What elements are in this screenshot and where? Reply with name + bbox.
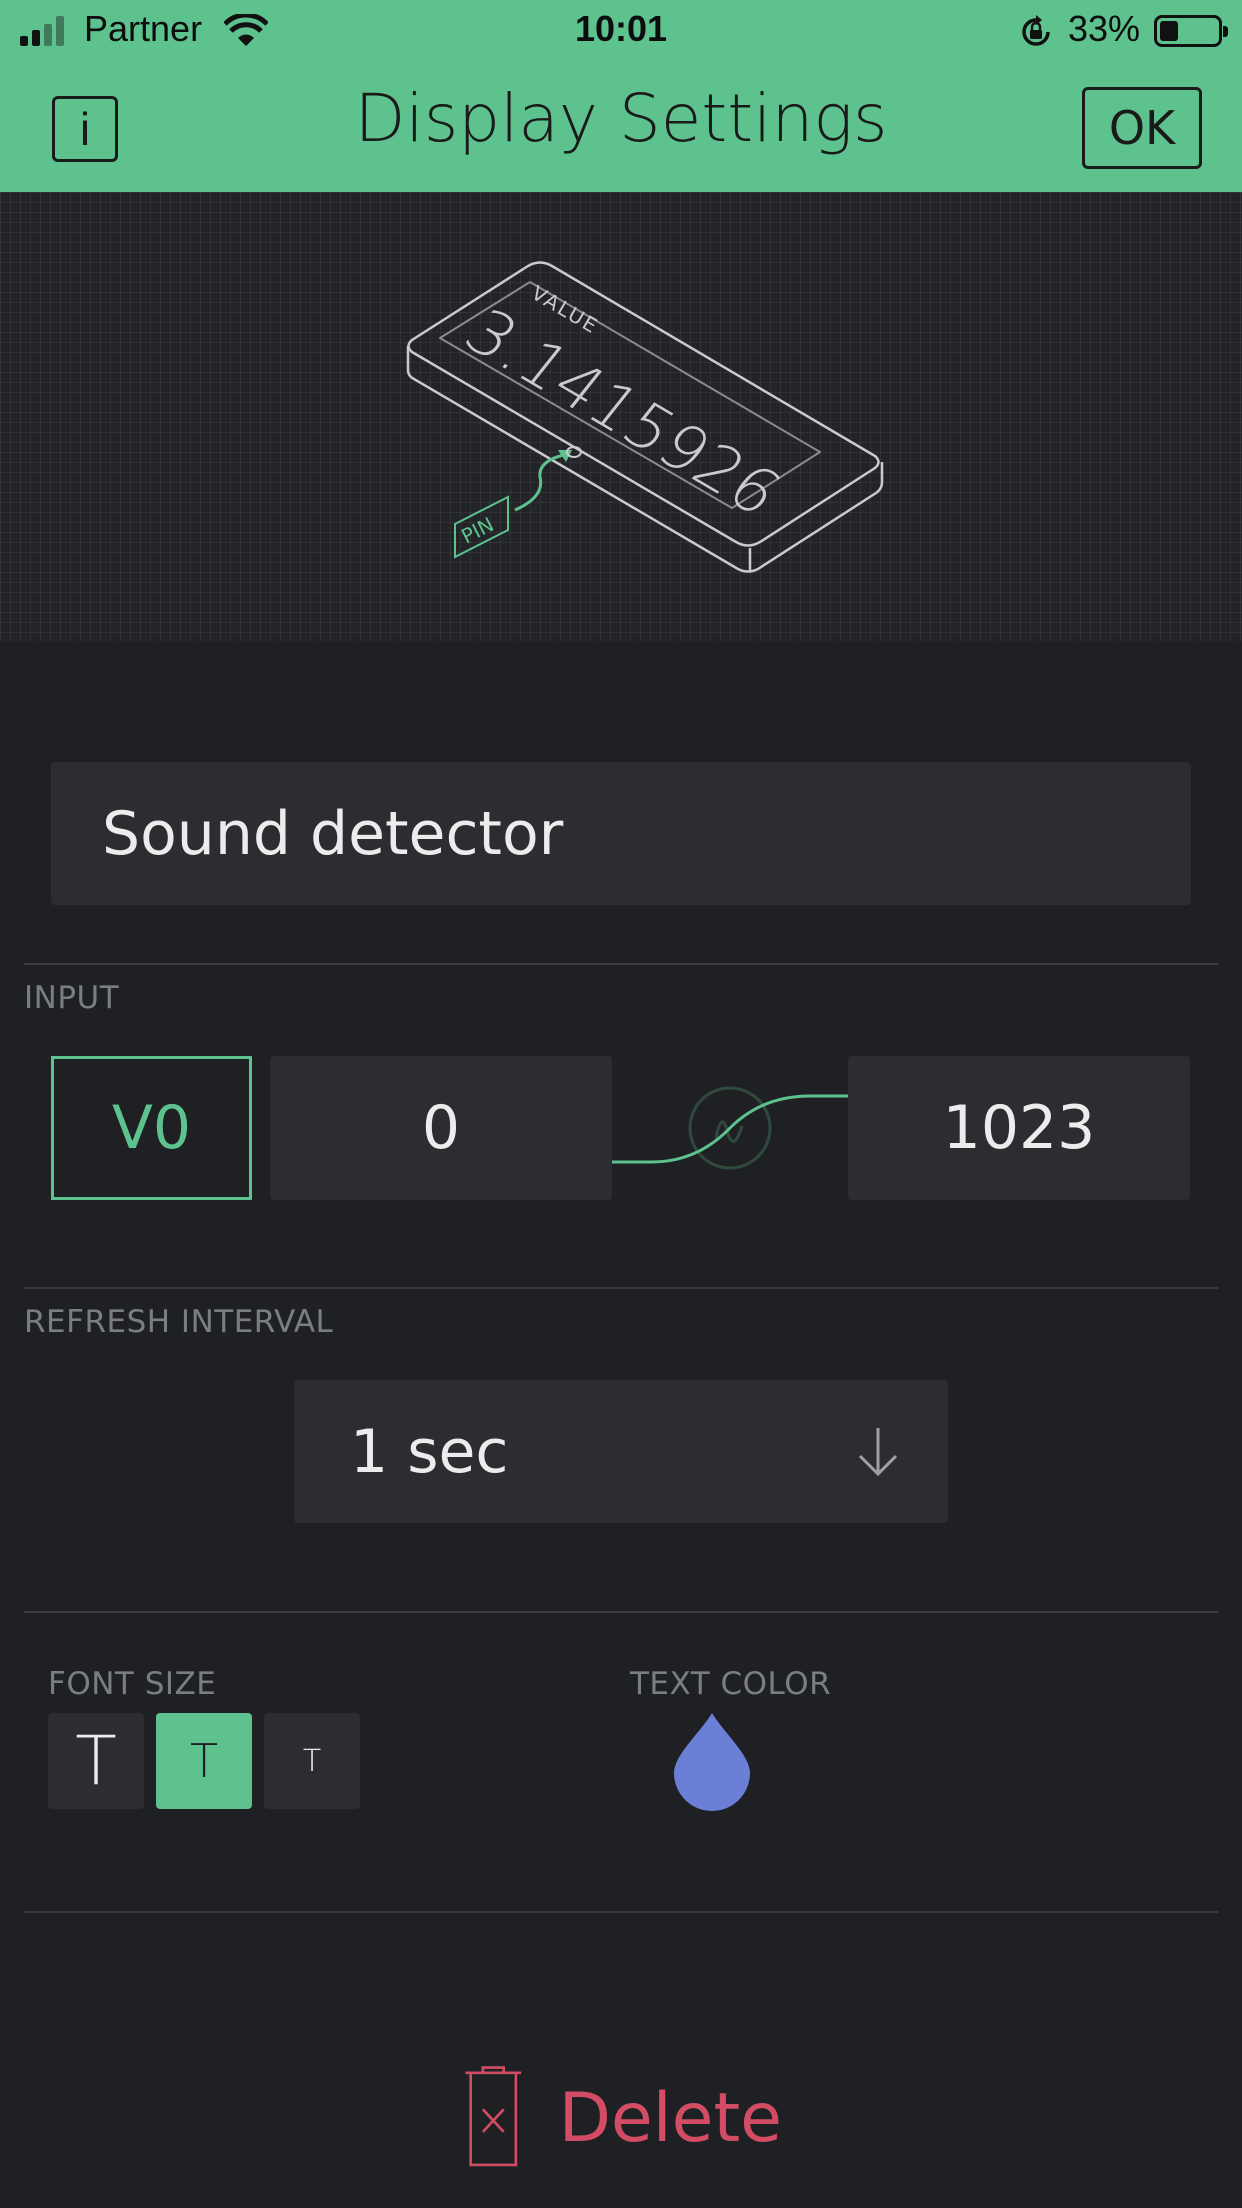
- trash-icon: [465, 2066, 522, 2167]
- page-title: Display Settings: [354, 80, 888, 157]
- input-min-field[interactable]: 0: [270, 1056, 612, 1200]
- preview-pin-tag: PIN: [454, 495, 509, 559]
- font-size-label: FONT SIZE: [48, 1666, 217, 1702]
- value-display-illustration: VALUE 3.1415926 PIN: [406, 261, 884, 573]
- refresh-interval-label: REFRESH INTERVAL: [24, 1304, 334, 1340]
- divider: [24, 963, 1218, 965]
- widget-name-input[interactable]: Sound detector: [51, 762, 1191, 905]
- input-max-field[interactable]: 1023: [848, 1056, 1190, 1200]
- delete-label: Delete: [558, 2078, 782, 2158]
- text-color-label: TEXT COLOR: [630, 1666, 832, 1702]
- arrow-down-icon: [858, 1428, 898, 1477]
- divider: [24, 1911, 1218, 1913]
- preview-pin-label: PIN: [457, 512, 497, 548]
- refresh-interval-value: 1 sec: [350, 1416, 509, 1487]
- delete-button[interactable]: Delete: [462, 2058, 782, 2178]
- pin-select-button[interactable]: V0: [51, 1056, 252, 1200]
- ok-button[interactable]: OK: [1082, 87, 1202, 169]
- rotation-lock-icon: [1022, 15, 1050, 46]
- battery-icon: [1154, 15, 1228, 47]
- battery-percent: 33%: [1068, 8, 1141, 49]
- divider: [24, 1287, 1218, 1289]
- divider: [24, 1611, 1218, 1613]
- input-section-label: INPUT: [24, 980, 120, 1016]
- font-size-large-button[interactable]: T: [48, 1713, 144, 1809]
- font-size-medium-button[interactable]: T: [156, 1713, 252, 1809]
- refresh-interval-dropdown[interactable]: 1 sec: [294, 1380, 948, 1523]
- font-size-small-button[interactable]: T: [264, 1713, 360, 1809]
- widget-preview: VALUE 3.1415926 PIN: [0, 192, 1242, 642]
- value-mapping-curve: [612, 1086, 848, 1170]
- preview-value-text: 3.1415926: [450, 296, 795, 531]
- status-bar: Partner 10:01 33%: [0, 0, 1242, 62]
- status-time: 10:01: [574, 8, 668, 49]
- text-color-drop-icon[interactable]: [672, 1711, 752, 1811]
